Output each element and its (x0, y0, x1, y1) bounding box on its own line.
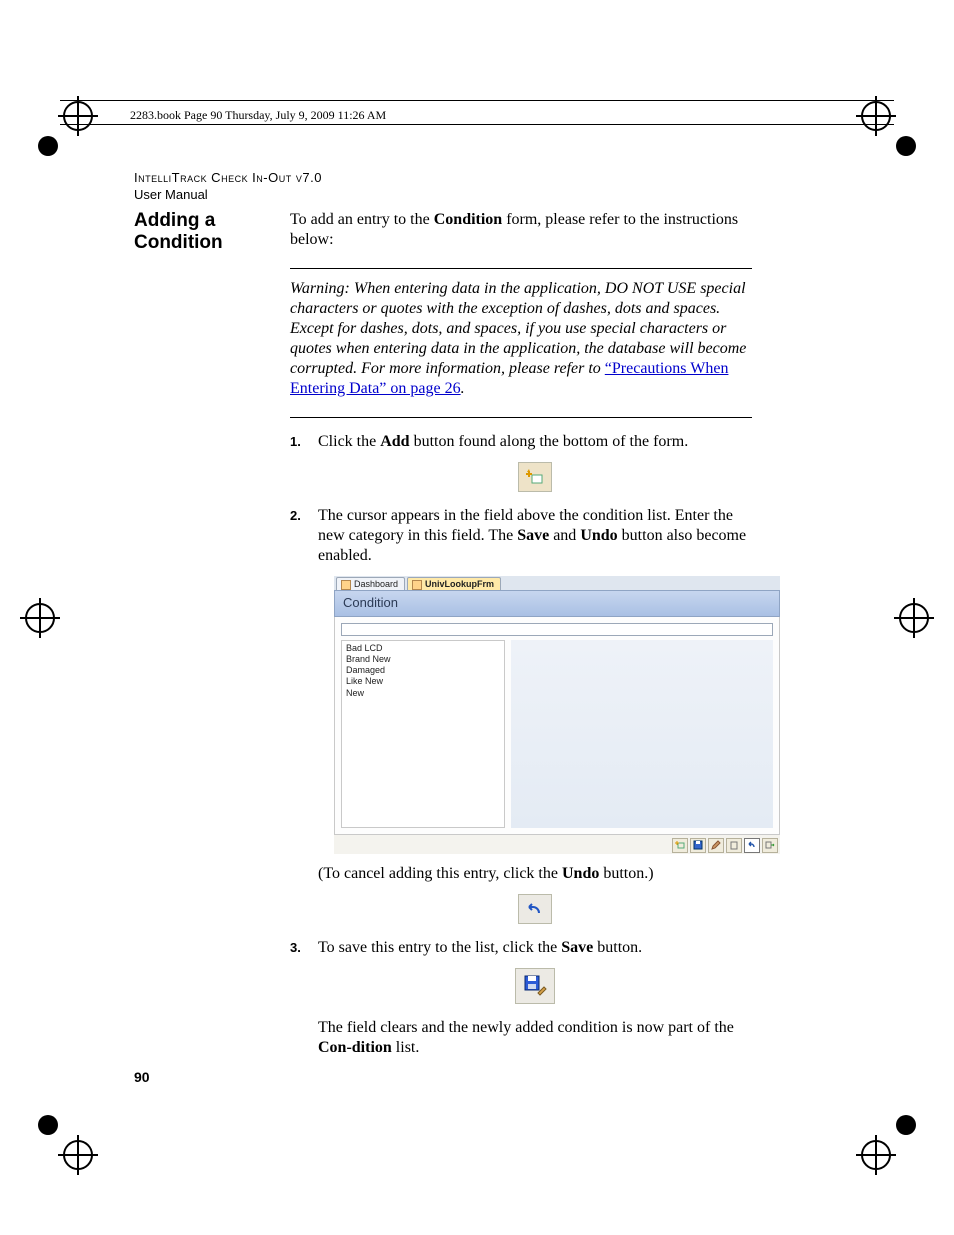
tab-dashboard[interactable]: Dashboard (336, 577, 405, 590)
list-item[interactable]: Brand New (346, 654, 500, 665)
rule (60, 124, 894, 125)
save-button-icon (515, 968, 555, 1004)
step-1: Click the Add button found along the bot… (290, 432, 752, 492)
condition-input[interactable] (341, 623, 773, 636)
step-2: The cursor appears in the field above th… (290, 506, 752, 924)
rule (290, 417, 752, 418)
crop-mark-icon (20, 598, 60, 638)
form-icon (341, 580, 351, 590)
undo-button-icon (518, 894, 552, 924)
section-title: Adding a Condition (134, 210, 274, 254)
save-button[interactable] (690, 838, 706, 853)
step-3: To save this entry to the list, click th… (290, 938, 752, 1058)
form-title: Condition (334, 590, 780, 616)
intro-paragraph: To add an entry to the Condition form, p… (290, 210, 752, 250)
form-detail-area (511, 640, 773, 828)
product-name: IntelliTrack Check In-Out v7.0 (134, 170, 322, 187)
book-info: 2283.book Page 90 Thursday, July 9, 2009… (130, 108, 386, 123)
add-button-icon (518, 462, 552, 492)
crop-mark-icon (894, 598, 934, 638)
crop-mark-icon (20, 96, 100, 176)
list-item[interactable]: Like New (346, 676, 500, 687)
crop-mark-icon (20, 1095, 100, 1175)
list-item[interactable]: Damaged (346, 665, 500, 676)
condition-form-screenshot: Dashboard UnivLookupFrm Condition Bad LC… (334, 576, 780, 854)
undo-button[interactable] (744, 838, 760, 853)
page-number: 90 (134, 1069, 150, 1085)
warning-paragraph: Warning: When entering data in the appli… (290, 279, 752, 399)
list-item[interactable]: New (346, 688, 500, 699)
edit-button[interactable] (708, 838, 724, 853)
close-button[interactable] (762, 838, 778, 853)
rule (290, 268, 752, 269)
cancel-note: (To cancel adding this entry, click the … (318, 864, 752, 884)
crop-mark-icon (854, 96, 934, 176)
running-header: IntelliTrack Check In-Out v7.0 User Manu… (134, 170, 322, 204)
condition-list[interactable]: Bad LCD Brand New Damaged Like New New (341, 640, 505, 828)
step-3-result: The field clears and the newly added con… (318, 1018, 752, 1058)
list-item[interactable]: Bad LCD (346, 643, 500, 654)
tab-univlookupfrm[interactable]: UnivLookupFrm (407, 577, 501, 590)
crop-mark-icon (854, 1095, 934, 1175)
delete-button[interactable] (726, 838, 742, 853)
form-icon (412, 580, 422, 590)
rule (60, 100, 894, 101)
doc-type: User Manual (134, 187, 322, 204)
add-button[interactable] (672, 838, 688, 853)
